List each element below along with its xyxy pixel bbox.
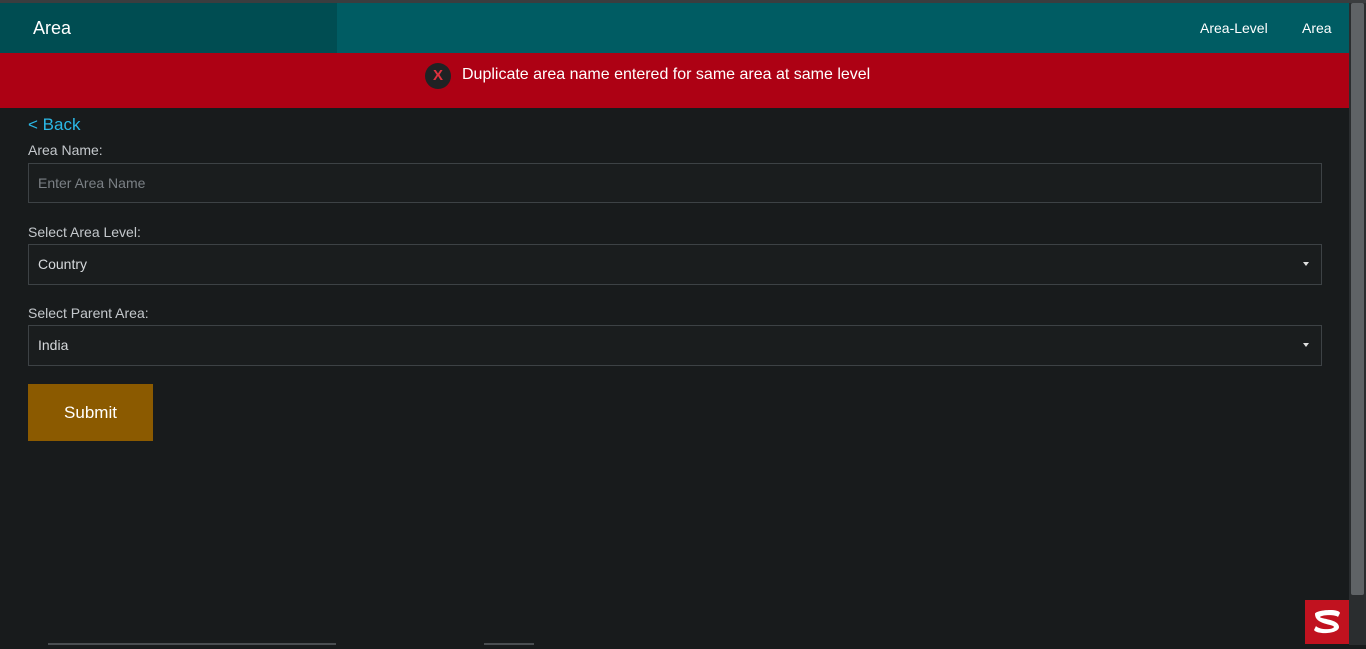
area-name-label: Area Name:	[28, 142, 103, 158]
logo-icon	[1314, 610, 1340, 634]
area-name-input[interactable]	[28, 163, 1322, 203]
area-level-selected-value: Country	[38, 256, 88, 272]
page-title: Area	[0, 3, 337, 53]
area-level-label: Select Area Level:	[28, 224, 141, 240]
scrollbar-thumb[interactable]	[1351, 3, 1364, 595]
caret-down-icon	[1303, 343, 1309, 347]
error-alert: X Duplicate area name entered for same a…	[0, 53, 1349, 108]
submit-button[interactable]: Submit	[28, 384, 153, 441]
parent-area-select[interactable]: India	[28, 325, 1322, 366]
nav-link-area[interactable]: Area	[1302, 3, 1332, 53]
caret-down-icon	[1303, 262, 1309, 266]
close-icon[interactable]: X	[425, 63, 451, 89]
area-level-select[interactable]: Country	[28, 244, 1322, 285]
nav-link-area-level[interactable]: Area-Level	[1200, 3, 1268, 53]
alert-message: Duplicate area name entered for same are…	[462, 66, 871, 83]
chat-widget-logo-icon[interactable]	[1305, 600, 1349, 644]
top-navbar: Area Area-Level Area	[0, 3, 1349, 53]
vertical-scrollbar[interactable]	[1349, 3, 1366, 645]
back-link[interactable]: < Back	[28, 115, 80, 135]
parent-area-selected-value: India	[38, 337, 69, 353]
parent-area-label: Select Parent Area:	[28, 305, 149, 321]
